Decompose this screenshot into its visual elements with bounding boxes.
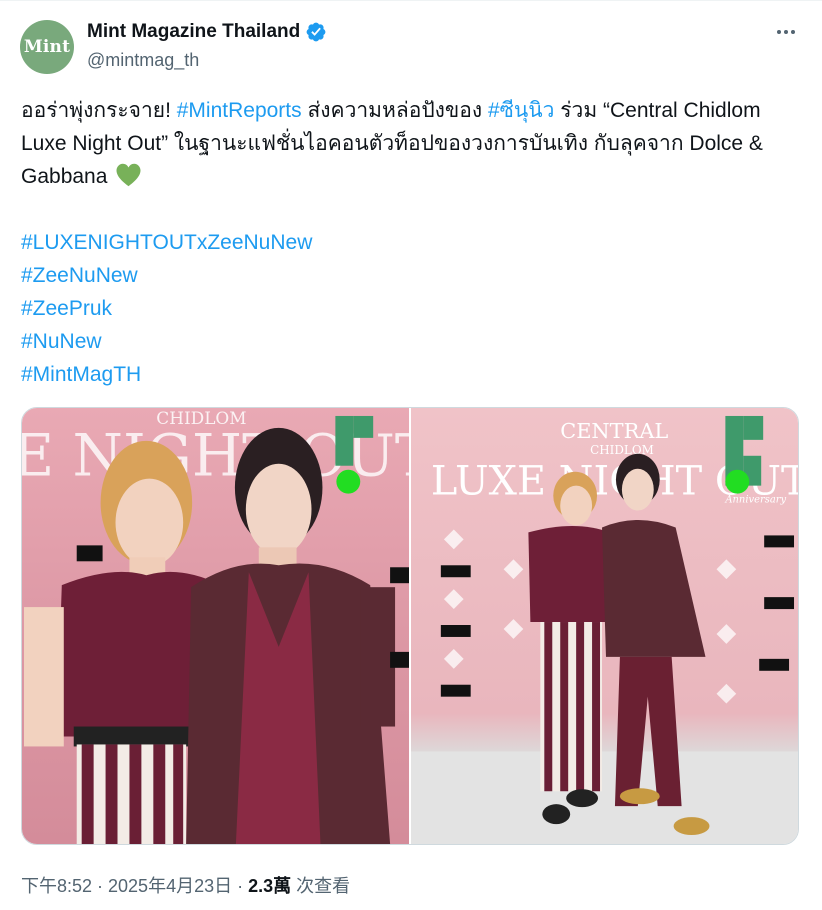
hashtag-link[interactable]: #MintMagTH <box>21 363 141 386</box>
striped-pants <box>76 744 187 844</box>
hashtag-link[interactable]: #ซีนุนิว <box>488 99 554 122</box>
hashtag-link[interactable]: #NuNew <box>21 330 102 353</box>
hashtag-link[interactable]: #MintReports <box>177 99 302 122</box>
hashtag-line: #NuNew <box>21 325 801 358</box>
photo-left-illustration: CHIDLOM E NIGHT OUT <box>22 408 409 844</box>
avatar[interactable]: Mint <box>20 20 74 74</box>
hashtag-line: #ZeeNuNew <box>21 259 801 292</box>
tweet-text: ออร่าพุ่งกระจาย! #MintReports ส่งความหล่… <box>21 94 801 391</box>
author-name-row[interactable]: Mint Magazine Thailand <box>87 21 327 43</box>
striped-pants <box>540 622 603 792</box>
hashtag-line: #MintMagTH <box>21 358 801 391</box>
hashtag-link[interactable]: #ZeeNuNew <box>21 264 138 287</box>
photo-left[interactable]: CHIDLOM E NIGHT OUT <box>22 408 409 844</box>
media-grid: CHIDLOM E NIGHT OUT CENTRAL CHIDLOM LUXE… <box>21 407 799 845</box>
hashtag-line: #ZeePruk <box>21 292 801 325</box>
tweet: Mint Mint Magazine Thailand @mintmag_th … <box>0 0 822 910</box>
timestamp[interactable]: 下午8:52 · 2025年4月23日 · <box>21 876 248 896</box>
divider <box>0 0 822 1</box>
green-heart-icon <box>116 163 141 187</box>
anniversary-text: Anniversary <box>724 495 786 506</box>
photo-right[interactable]: CENTRAL CHIDLOM LUXE NIGHT OUT Anniversa… <box>409 408 798 844</box>
avatar-logo-text: Mint <box>23 37 71 57</box>
hashtag-link[interactable]: #ZeePruk <box>21 297 112 320</box>
photo-right-illustration: CENTRAL CHIDLOM LUXE NIGHT OUT Anniversa… <box>411 415 798 844</box>
display-name[interactable]: Mint Magazine Thailand <box>87 21 300 43</box>
author-handle[interactable]: @mintmag_th <box>87 50 199 71</box>
hashtag-link[interactable]: #LUXENIGHTOUTxZeeNuNew <box>21 231 312 254</box>
more-options-button[interactable] <box>774 20 798 44</box>
tweet-meta: 下午8:52 · 2025年4月23日 · 2.3萬 次查看 <box>21 872 350 898</box>
backdrop-brand: CENTRAL <box>560 419 668 443</box>
views-label: 次查看 <box>291 876 351 896</box>
more-dots-icon <box>777 30 795 34</box>
tweet-paragraph: ออร่าพุ่งกระจาย! #MintReports ส่งความหล่… <box>21 94 801 193</box>
text-segment: ออร่าพุ่งกระจาย! <box>21 99 177 122</box>
backdrop-sub: CHIDLOM <box>590 443 654 457</box>
view-count: 2.3萬 <box>248 876 292 896</box>
verified-badge-icon <box>306 22 326 42</box>
hashtag-line: #LUXENIGHTOUTxZeeNuNew <box>21 226 801 259</box>
text-segment: ส่งความหล่อปังของ <box>301 99 488 122</box>
